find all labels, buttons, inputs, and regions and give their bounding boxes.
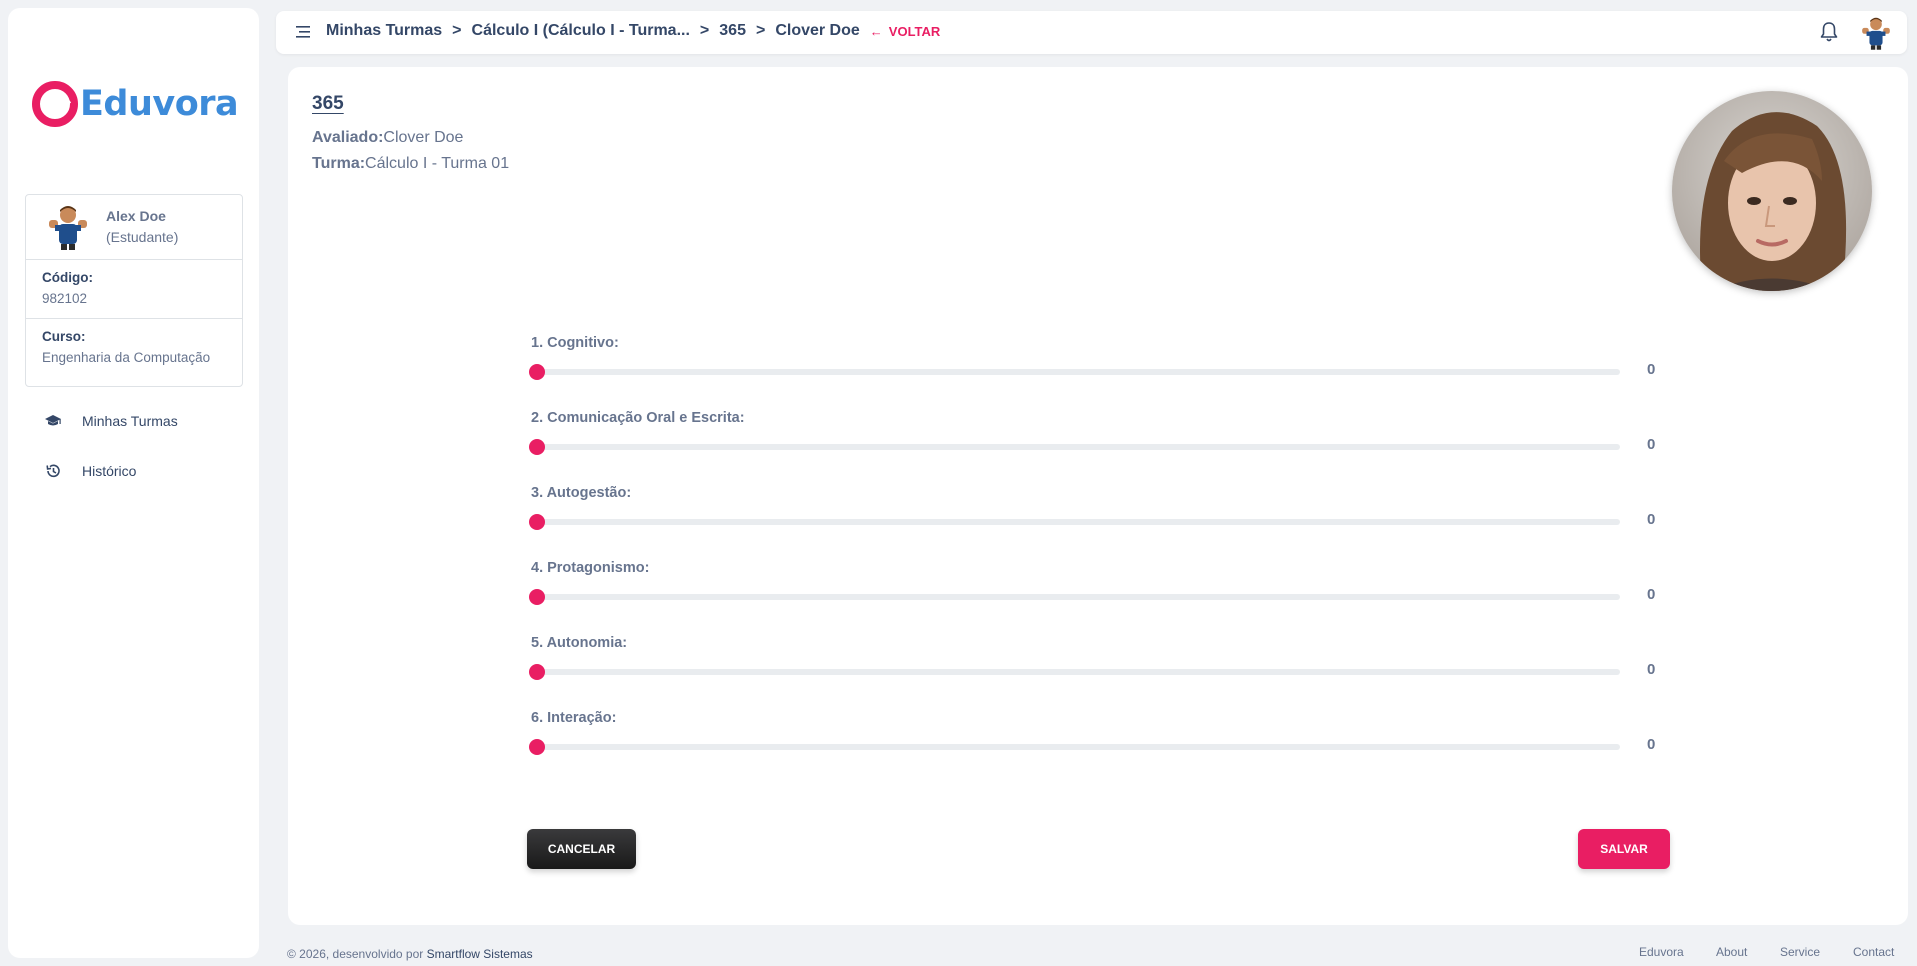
back-button[interactable]: ← VOLTAR xyxy=(870,24,941,39)
history-icon xyxy=(44,462,62,480)
arrow-left-icon: ← xyxy=(869,23,883,39)
criterion-label: 1. Cognitivo: xyxy=(531,335,619,351)
user-name: Alex Doe xyxy=(106,208,166,224)
code-label: Código: xyxy=(42,270,93,285)
criterion-value: 0 xyxy=(1647,736,1656,753)
criterion-slider[interactable] xyxy=(529,514,1620,530)
save-button[interactable]: SALVAR xyxy=(1578,829,1670,869)
criterion-slider[interactable] xyxy=(529,664,1620,680)
footer-link-service[interactable]: Service xyxy=(1780,945,1820,959)
slider-thumb[interactable] xyxy=(529,439,545,455)
criterion-row: 3. Autogestão: 0 xyxy=(529,485,1661,545)
bell-icon[interactable] xyxy=(1819,21,1839,43)
graduation-cap-icon xyxy=(44,412,62,430)
footer-link-about[interactable]: About xyxy=(1716,945,1747,959)
slider-thumb[interactable] xyxy=(529,514,545,530)
slider-thumb[interactable] xyxy=(529,364,545,380)
brand-logo[interactable]: Eduvora xyxy=(32,78,242,130)
criterion-value: 0 xyxy=(1647,661,1656,678)
company-link[interactable]: Smartflow Sistemas xyxy=(427,947,533,961)
student-photo xyxy=(1672,91,1872,291)
criterion-label: 3. Autogestão: xyxy=(531,485,632,501)
criterion-value: 0 xyxy=(1647,586,1656,603)
sidebar-item-label: Histórico xyxy=(82,463,137,479)
slider-thumb[interactable] xyxy=(529,664,545,680)
breadcrumb-separator: > xyxy=(699,22,710,39)
slider-thumb[interactable] xyxy=(529,739,545,755)
breadcrumb-minhas-turmas[interactable]: Minhas Turmas xyxy=(326,22,442,40)
slider-thumb[interactable] xyxy=(529,589,545,605)
breadcrumb-separator: > xyxy=(452,22,462,39)
criterion-label: 6. Interação: xyxy=(531,710,617,726)
evaluation-card: 365 Avaliado:Clover Doe Turma:Cálculo I … xyxy=(288,67,1908,925)
sidebar: Eduvora Alex Doe (Estudante) Código: 982… xyxy=(8,8,259,958)
evaluated-value: Clover Doe xyxy=(383,129,464,146)
user-code-field: Código: 982102 xyxy=(26,260,242,319)
menu-icon[interactable] xyxy=(292,24,312,40)
criterion-value: 0 xyxy=(1647,361,1656,378)
criterion-label: 2. Comunicação Oral e Escrita: xyxy=(531,410,745,426)
user-card: Alex Doe (Estudante) Código: 982102 Curs… xyxy=(25,194,243,387)
avatar xyxy=(46,204,90,250)
criterion-row: 4. Protagonismo: 0 xyxy=(529,560,1661,620)
breadcrumb-student: Clover Doe xyxy=(775,22,860,39)
user-role: (Estudante) xyxy=(106,229,179,245)
sidebar-item-historico[interactable]: Histórico xyxy=(44,460,136,482)
class-value: Cálculo I - Turma 01 xyxy=(365,155,510,172)
cancel-button[interactable]: CANCELAR xyxy=(527,829,636,869)
breadcrumb-separator: > xyxy=(755,22,766,39)
evaluated-label: Avaliado: xyxy=(312,129,384,146)
criterion-label: 5. Autonomia: xyxy=(531,635,628,651)
breadcrumb: Minhas Turmas > Cálculo I (Cálculo I - T… xyxy=(326,22,940,40)
code-value: 982102 xyxy=(42,291,88,306)
top-navbar: Minhas Turmas > Cálculo I (Cálculo I - T… xyxy=(276,11,1907,54)
user-header: Alex Doe (Estudante) xyxy=(26,195,242,260)
logo-text: Eduvora xyxy=(80,84,239,124)
sidebar-item-label: Minhas Turmas xyxy=(82,413,178,429)
page-title: 365 xyxy=(312,93,344,114)
class-line: Turma:Cálculo I - Turma 01 xyxy=(312,155,509,173)
user-course-field: Curso: Engenharia da Computação xyxy=(26,319,242,378)
course-value: Engenharia da Computação xyxy=(42,350,211,365)
criterion-row: 5. Autonomia: 0 xyxy=(529,635,1661,695)
footer-link-eduvora[interactable]: Eduvora xyxy=(1639,945,1684,959)
class-label: Turma: xyxy=(312,155,366,172)
criterion-label: 4. Protagonismo: xyxy=(531,560,650,576)
criterion-row: 2. Comunicação Oral e Escrita: 0 xyxy=(529,410,1661,470)
criterion-slider[interactable] xyxy=(529,364,1620,380)
course-label: Curso: xyxy=(42,329,86,344)
logo-mark-icon xyxy=(32,81,78,127)
footer-link-contact[interactable]: Contact xyxy=(1853,945,1894,959)
copyright-text: © 2026, desenvolvido por xyxy=(287,947,427,961)
footer-copyright: © 2026, desenvolvido por Smartflow Siste… xyxy=(287,947,533,961)
breadcrumb-evaluation[interactable]: 365 xyxy=(719,22,746,40)
criterion-slider[interactable] xyxy=(529,739,1620,755)
criterion-row: 6. Interação: 0 xyxy=(529,710,1661,770)
back-label: VOLTAR xyxy=(888,23,941,39)
breadcrumb-course[interactable]: Cálculo I (Cálculo I - Turma... xyxy=(472,22,690,40)
criterion-row: 1. Cognitivo: 0 xyxy=(529,335,1661,395)
sidebar-item-minhas-turmas[interactable]: Minhas Turmas xyxy=(44,410,178,432)
criterion-slider[interactable] xyxy=(529,589,1620,605)
evaluated-line: Avaliado:Clover Doe xyxy=(312,129,463,147)
user-avatar-icon[interactable] xyxy=(1860,16,1892,50)
criterion-slider[interactable] xyxy=(529,439,1620,455)
criterion-value: 0 xyxy=(1647,436,1656,453)
criterion-value: 0 xyxy=(1647,511,1656,528)
